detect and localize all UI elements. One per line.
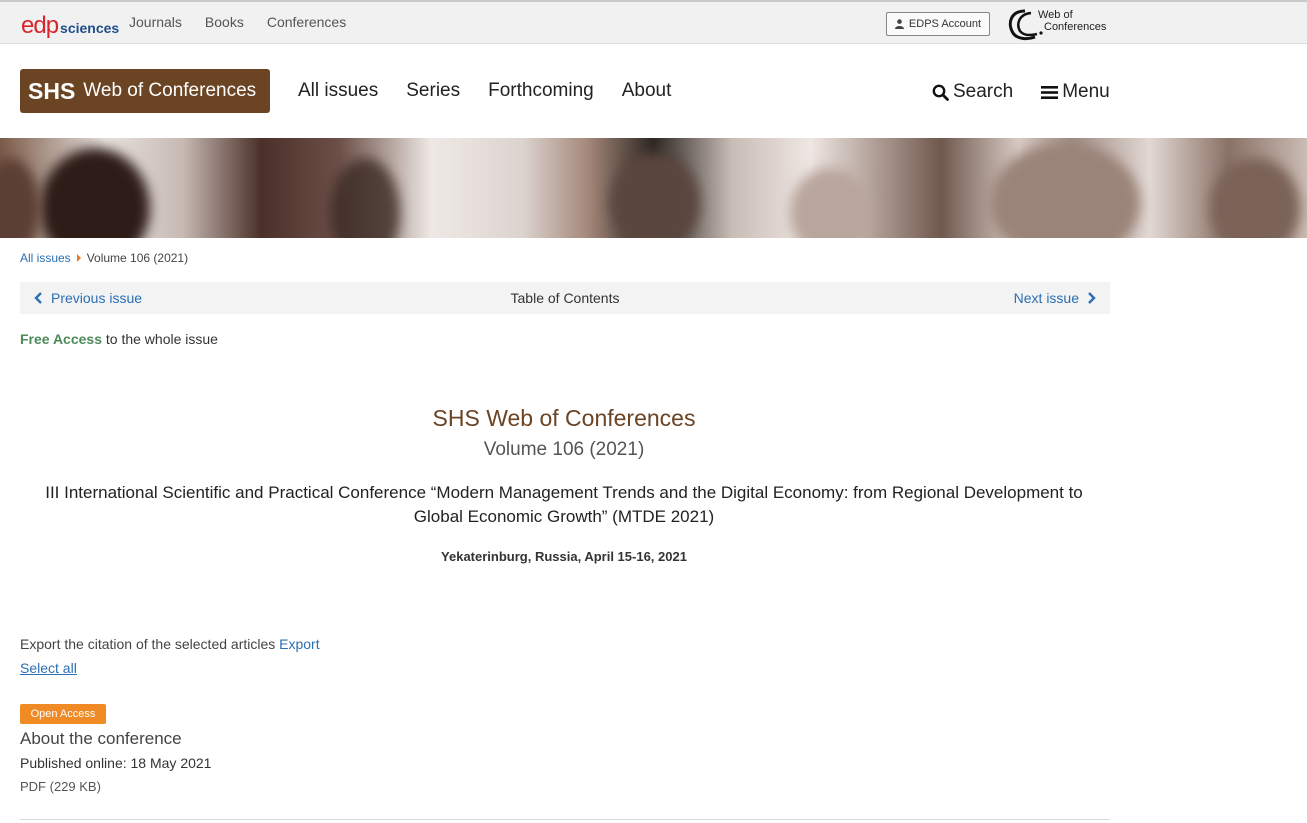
chevron-left-icon <box>34 292 42 304</box>
chevron-right-icon <box>1088 292 1096 304</box>
user-icon <box>894 19 904 29</box>
previous-issue-link[interactable]: Previous issue <box>34 290 142 306</box>
previous-issue-label: Previous issue <box>51 290 143 306</box>
conferences-link[interactable]: Conferences <box>267 14 346 30</box>
conference-banner-image <box>0 138 1307 238</box>
sciences-logo-text: sciences <box>60 20 120 36</box>
free-access-label: Free Access <box>20 331 102 347</box>
menu-label: Menu <box>1062 81 1110 102</box>
nav-all-issues[interactable]: All issues <box>298 80 378 102</box>
edps-account-label: EDPS Account <box>908 18 982 30</box>
edps-account-button[interactable]: EDPS Account <box>886 12 990 36</box>
wofc-line1: Web of <box>1038 9 1073 21</box>
article-published-date: Published online: 18 May 2021 <box>20 755 212 771</box>
wofc-logo-text: Web of Conferences <box>1038 9 1106 33</box>
conference-title: III International Scientific and Practic… <box>45 483 1083 526</box>
breadcrumb: All issues Volume 106 (2021) <box>20 251 188 265</box>
breadcrumb-arrow-icon <box>76 254 81 262</box>
publisher-bar: edp sciences Journals Books Conferences … <box>0 0 1307 44</box>
web-of-conferences-logo[interactable]: Web of Conferences <box>1005 7 1113 41</box>
breadcrumb-current: Volume 106 (2021) <box>86 251 189 265</box>
search-icon <box>932 84 949 101</box>
journals-link[interactable]: Journals <box>129 14 182 30</box>
shs-brand-logo[interactable]: SHS Web of Conferences <box>20 69 270 113</box>
free-access-text: to the whole issue <box>105 331 218 347</box>
menu-button[interactable]: Menu <box>1041 81 1110 103</box>
article-title[interactable]: About the conference <box>20 729 182 749</box>
brand-long: Web of Conferences <box>83 80 257 101</box>
free-access-notice: Free Access to the whole issue <box>20 331 218 347</box>
select-all-link[interactable]: Select all <box>20 660 77 676</box>
export-citation: Export the citation of the selected arti… <box>20 636 320 652</box>
main-nav: All issues Series Forthcoming About <box>298 80 699 102</box>
search-label: Search <box>953 81 1014 102</box>
export-link[interactable]: Export <box>279 636 319 652</box>
journal-title: SHS Web of Conferences <box>432 405 696 431</box>
site-header: SHS Web of Conferences All issues Series… <box>0 44 1307 138</box>
export-text: Export the citation of the selected arti… <box>20 636 276 652</box>
table-of-contents-label: Table of Contents <box>510 290 620 306</box>
next-issue-link[interactable]: Next issue <box>1014 290 1096 306</box>
edp-sciences-logo[interactable]: edp sciences <box>21 7 119 39</box>
conference-location: Yekaterinburg, Russia, April 15-16, 2021 <box>441 549 687 564</box>
edp-logo-text: edp <box>21 12 59 39</box>
volume-title: Volume 106 (2021) <box>483 439 645 460</box>
wofc-line2: Conferences <box>1044 21 1107 33</box>
search-button[interactable]: Search <box>932 81 1013 103</box>
publisher-links: Journals Books Conferences <box>129 14 369 30</box>
next-issue-label: Next issue <box>1013 290 1079 306</box>
hamburger-icon <box>1041 85 1059 99</box>
article-divider <box>20 819 1110 820</box>
breadcrumb-all-issues[interactable]: All issues <box>20 251 71 265</box>
nav-forthcoming[interactable]: Forthcoming <box>488 80 594 102</box>
header-actions: Search Menu <box>932 81 1138 103</box>
article-pdf-link[interactable]: PDF (229 KB) <box>20 779 101 794</box>
nav-series[interactable]: Series <box>406 80 460 102</box>
issue-navigation: Previous issue Table of Contents Next is… <box>20 282 1110 314</box>
books-link[interactable]: Books <box>205 14 244 30</box>
brand-short: SHS <box>28 77 76 104</box>
nav-about[interactable]: About <box>622 80 672 102</box>
open-access-badge: Open Access <box>20 704 106 724</box>
